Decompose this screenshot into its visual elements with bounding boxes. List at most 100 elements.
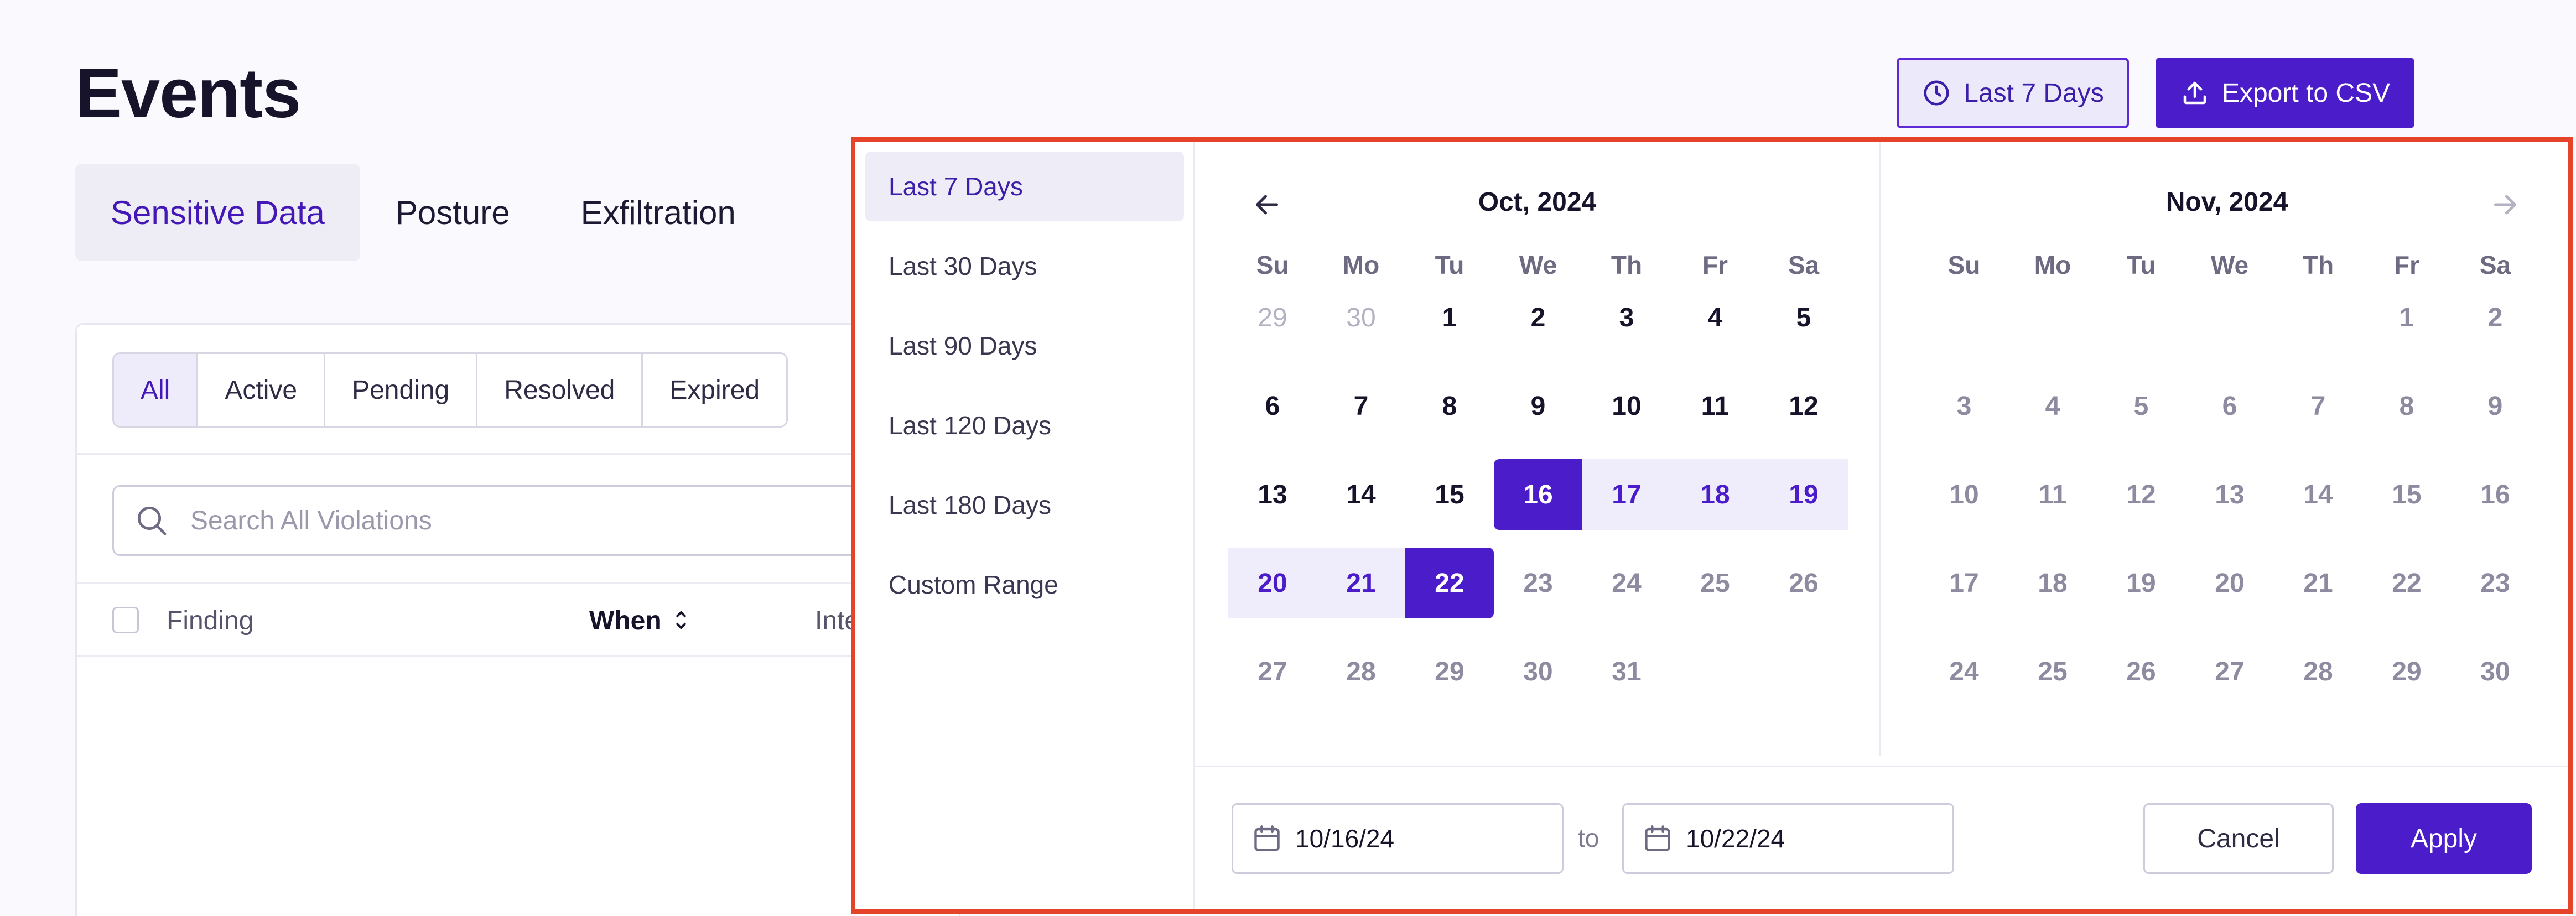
calendar-day-in-range[interactable]: 18 [1671,459,1759,530]
tab-posture[interactable]: Posture [360,164,546,261]
calendar-day[interactable]: 26 [2097,636,2185,707]
divider [77,453,959,455]
calendar-day[interactable]: 2 [1494,282,1582,353]
calendar-day[interactable]: 8 [1405,371,1494,441]
preset-custom-range[interactable]: Custom Range [865,550,1184,620]
calendar-day[interactable]: 12 [2097,459,2185,530]
calendar-day[interactable]: 3 [1582,282,1671,353]
preset-last-7-days[interactable]: Last 7 Days [865,152,1184,221]
date-range-button-label: Last 7 Days [1964,78,2104,108]
calendar-day[interactable]: 5 [2097,371,2185,441]
cancel-button[interactable]: Cancel [2143,803,2334,874]
calendar-day[interactable]: 8 [2362,371,2451,441]
page-title: Events [75,54,301,132]
date-range-button[interactable]: Last 7 Days [1897,58,2129,128]
calendar-day[interactable]: 11 [2008,459,2097,530]
weekday-label: Mo [1342,251,1380,279]
calendar-day[interactable]: 4 [2008,371,2097,441]
calendar-day[interactable]: 14 [1317,459,1405,530]
calendar-day[interactable]: 24 [1582,548,1671,618]
calendar-day[interactable]: 9 [1494,371,1582,441]
export-csv-button-label: Export to CSV [2221,78,2391,108]
tab-exfiltration[interactable]: Exfiltration [546,164,771,261]
upload-icon [2180,78,2210,108]
calendar-day[interactable]: 31 [1582,636,1671,707]
calendar-day[interactable]: 27 [2185,636,2274,707]
calendar-day-in-range[interactable]: 20 [1228,548,1317,618]
calendar-day[interactable]: 29 [2362,636,2451,707]
calendar-day[interactable]: 28 [2274,636,2362,707]
calendar-day[interactable]: 23 [1494,548,1582,618]
apply-button[interactable]: Apply [2356,803,2532,874]
search-input[interactable] [190,505,854,536]
select-all-checkbox[interactable] [112,607,139,633]
start-date-field[interactable] [1232,803,1564,874]
calendar-day[interactable]: 15 [2362,459,2451,530]
divider [77,655,959,657]
calendar-day[interactable]: 3 [1920,371,2008,441]
calendar-day-in-range[interactable]: 17 [1582,459,1671,530]
calendar-day[interactable]: 26 [1759,548,1848,618]
filter-all[interactable]: All [114,354,199,426]
calendar-day[interactable]: 22 [2362,548,2451,618]
calendar-day[interactable]: 4 [1671,282,1759,353]
preset-last-180-days[interactable]: Last 180 Days [865,470,1184,540]
calendar-day[interactable]: 10 [1920,459,2008,530]
preset-last-90-days[interactable]: Last 90 Days [865,311,1184,381]
calendar-day[interactable]: 27 [1228,636,1317,707]
export-csv-button[interactable]: Export to CSV [2156,58,2414,128]
calendar-day[interactable]: 23 [2451,548,2539,618]
calendar-day[interactable]: 30 [1494,636,1582,707]
calendar-day[interactable]: 9 [2451,371,2539,441]
calendar-day[interactable]: 1 [2362,282,2451,353]
preset-last-30-days[interactable]: Last 30 Days [865,231,1184,301]
calendar-day[interactable]: 13 [2185,459,2274,530]
filter-resolved[interactable]: Resolved [477,354,643,426]
calendar-day[interactable]: 14 [2274,459,2362,530]
tab-sensitive-data[interactable]: Sensitive Data [75,164,360,261]
calendar-day[interactable]: 30 [2451,636,2539,707]
calendar-day[interactable]: 10 [1582,371,1671,441]
calendar-day[interactable]: 7 [1317,371,1405,441]
weekday-label: Sa [2479,251,2511,279]
calendar-day[interactable]: 6 [2185,371,2274,441]
filter-expired[interactable]: Expired [643,354,787,426]
calendar-day-range-start[interactable]: 16 [1494,459,1582,530]
calendar-day[interactable]: 29 [1405,636,1494,707]
calendar-day[interactable]: 25 [1671,548,1759,618]
start-date-input[interactable] [1295,824,1539,853]
calendar-day[interactable]: 15 [1405,459,1494,530]
calendar-day[interactable]: 24 [1920,636,2008,707]
weekday-label: Sa [1788,251,1820,279]
calendar-day[interactable]: 12 [1759,371,1848,441]
calendar-day[interactable]: 18 [2008,548,2097,618]
filter-pending[interactable]: Pending [325,354,478,426]
filter-active[interactable]: Active [198,354,326,426]
end-date-field[interactable] [1622,803,1954,874]
calendar-day-in-range[interactable]: 21 [1317,548,1405,618]
calendar-day[interactable]: 5 [1759,282,1848,353]
preset-last-120-days[interactable]: Last 120 Days [865,391,1184,460]
calendar-day-range-end[interactable]: 22 [1405,548,1494,618]
calendar-day[interactable]: 16 [2451,459,2539,530]
calendar-day[interactable]: 2 [2451,282,2539,353]
calendar-day-outside[interactable]: 30 [1317,282,1405,353]
calendar-day[interactable]: 19 [2097,548,2185,618]
calendar-day[interactable]: 7 [2274,371,2362,441]
calendar-day[interactable]: 13 [1228,459,1317,530]
calendar-day[interactable]: 21 [2274,548,2362,618]
column-finding: Finding [167,606,254,636]
calendar-icon [1642,823,1674,855]
calendar-day[interactable]: 11 [1671,371,1759,441]
calendar-day[interactable]: 28 [1317,636,1405,707]
column-when[interactable]: When [589,606,688,638]
calendar-day-outside[interactable]: 29 [1228,282,1317,353]
calendar-day[interactable]: 1 [1405,282,1494,353]
calendar-day[interactable]: 17 [1920,548,2008,618]
calendar-day-in-range[interactable]: 19 [1759,459,1848,530]
calendar-day[interactable]: 20 [2185,548,2274,618]
calendar-day[interactable]: 6 [1228,371,1317,441]
calendar-day[interactable]: 25 [2008,636,2097,707]
month-title: Nov, 2024 [2165,188,2288,217]
end-date-input[interactable] [1686,824,1929,853]
